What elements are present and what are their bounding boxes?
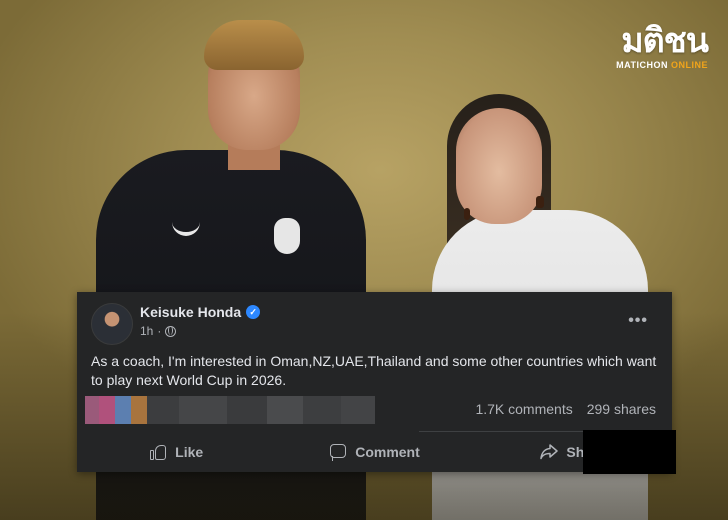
matichon-logo: มติชน MATICHON ONLINE [616, 21, 709, 70]
blurred-reaction-block [179, 396, 227, 424]
blurred-reaction-block [147, 396, 179, 424]
blurred-reaction-block [341, 396, 375, 424]
blurred-reaction-block [131, 396, 147, 424]
author-name-row: Keisuke Honda ✓ [140, 304, 261, 320]
comment-button[interactable]: Comment [275, 435, 473, 469]
blurred-reaction-block [227, 396, 267, 424]
comment-label: Comment [355, 444, 420, 460]
redaction-patch [583, 430, 676, 474]
post-meta: 1h · [140, 324, 177, 338]
like-button[interactable]: Like [77, 435, 275, 469]
blurred-reaction-block [85, 396, 99, 424]
author-avatar[interactable] [91, 303, 133, 345]
blurred-reaction-block [99, 396, 115, 424]
more-options-icon[interactable]: ••• [628, 312, 648, 330]
logo-sub-accent: ONLINE [670, 60, 708, 70]
meta-separator: · [157, 324, 162, 338]
post-stats: 1.7K comments 299 shares [475, 401, 656, 417]
shares-count[interactable]: 299 shares [587, 401, 656, 417]
post-timestamp[interactable]: 1h [140, 324, 153, 338]
reactions-blurred[interactable] [85, 396, 375, 424]
comments-count[interactable]: 1.7K comments [475, 401, 572, 417]
logo-subtitle: MATICHON ONLINE [616, 60, 708, 70]
verified-badge-icon: ✓ [246, 305, 261, 319]
author-name[interactable]: Keisuke Honda [140, 304, 241, 320]
globe-icon [165, 325, 177, 337]
comment-icon [329, 443, 347, 461]
like-label: Like [175, 444, 204, 460]
logo-sub-primary: MATICHON [616, 60, 668, 70]
share-icon [540, 444, 559, 460]
blurred-reaction-block [267, 396, 303, 424]
logo-mark: มติชน [621, 21, 709, 61]
post-text: As a coach, I'm interested in Oman,NZ,UA… [91, 353, 657, 388]
blurred-reaction-block [303, 396, 341, 424]
blurred-reaction-block [115, 396, 131, 424]
thumbs-up-icon [149, 443, 167, 461]
